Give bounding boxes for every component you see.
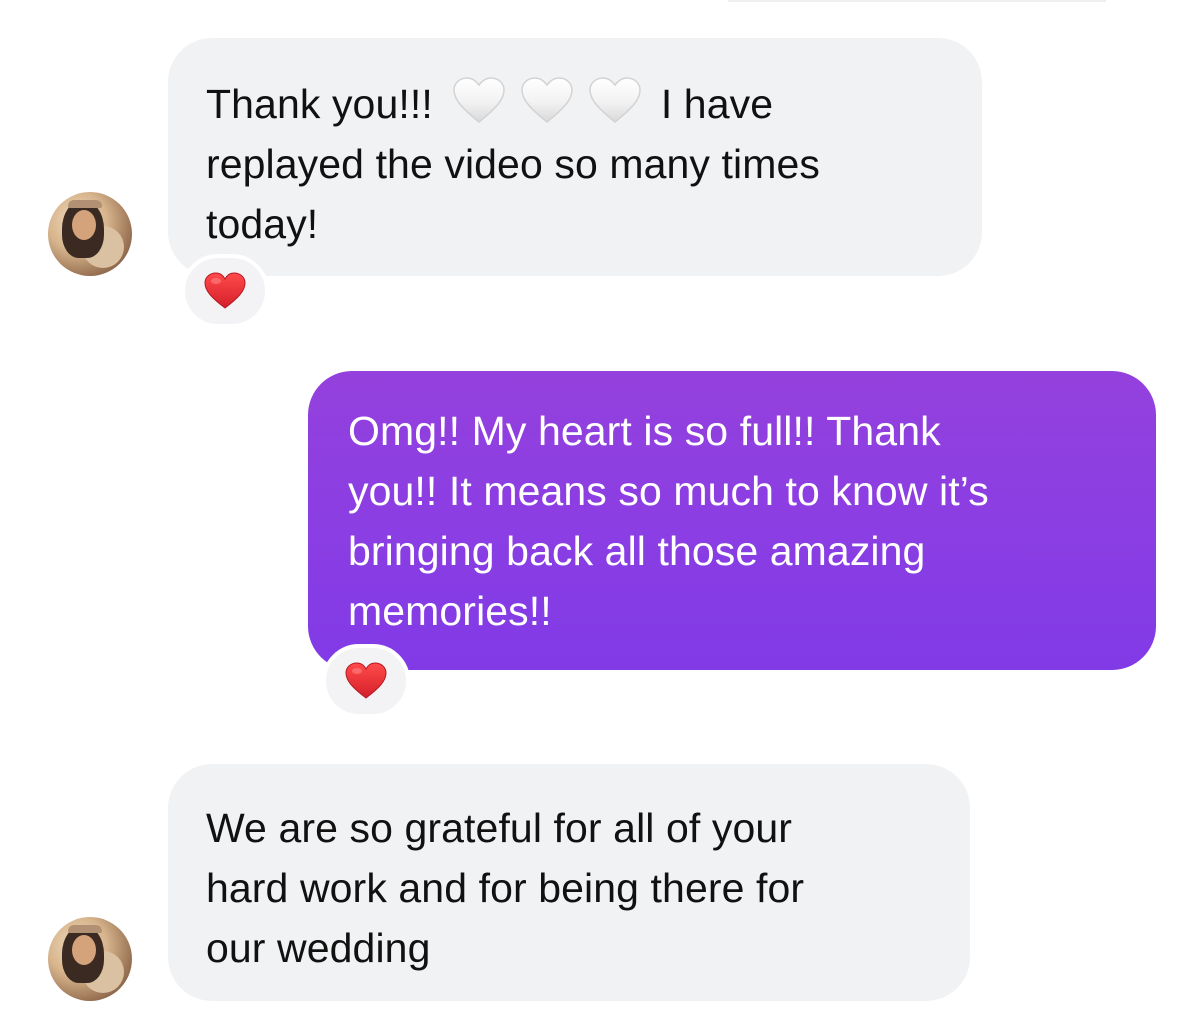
avatar-face	[72, 935, 96, 965]
avatar-crown	[68, 925, 102, 933]
message-line: memories!!	[348, 588, 552, 634]
message-text: Thank you!!!	[206, 81, 433, 127]
avatar[interactable]	[48, 917, 132, 1001]
reaction-badge[interactable]	[322, 644, 410, 718]
message-line: We are so grateful for all of your	[206, 805, 793, 851]
message-line: today!	[206, 201, 319, 247]
white-heart-icon	[519, 76, 575, 126]
message-bubble-incoming[interactable]: Thank you!!! I have replayed the video s…	[168, 38, 982, 276]
red-heart-icon	[344, 661, 388, 701]
message-bubble-outgoing[interactable]: Omg!! My heart is so full!! Thank you!! …	[308, 371, 1156, 670]
avatar[interactable]	[48, 192, 132, 276]
avatar-crown	[68, 200, 102, 208]
message-line: bringing back all those amazing	[348, 528, 926, 574]
message-line: Omg!! My heart is so full!! Thank	[348, 408, 941, 454]
white-heart-icon	[451, 76, 507, 126]
message-line: hard work and for being there for	[206, 865, 805, 911]
message-line: our wedding	[206, 925, 431, 971]
avatar-face	[72, 210, 96, 240]
message-bubble-incoming[interactable]: We are so grateful for all of your hard …	[168, 764, 970, 1001]
reaction-badge[interactable]	[181, 254, 269, 328]
message-line: Thank you!!! I have	[206, 74, 944, 134]
white-heart-icon	[587, 76, 643, 126]
red-heart-icon	[203, 271, 247, 311]
top-divider	[728, 0, 1106, 2]
message-text: I have	[660, 81, 774, 127]
white-hearts	[451, 76, 643, 126]
message-line: you!! It means so much to know it’s	[348, 468, 989, 514]
message-line: replayed the video so many times	[206, 141, 820, 187]
